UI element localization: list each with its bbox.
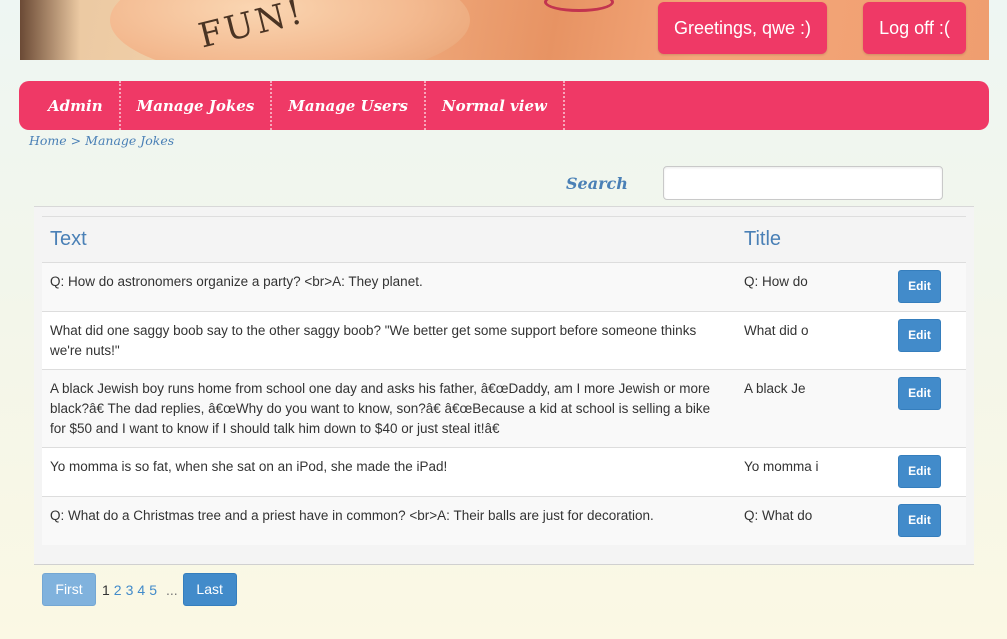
joke-action-cell: Edit xyxy=(890,262,966,312)
joke-text-cell: What did one saggy boob say to the other… xyxy=(42,311,736,370)
nav-item-manage-users[interactable]: Manage Users xyxy=(272,81,426,130)
jokes-panel: Text Title Q: How do astronomers organiz… xyxy=(34,206,974,565)
pagination: First 1 2 3 4 5 ... Last xyxy=(42,573,237,606)
table-row: Q: What do a Christmas tree and a priest… xyxy=(42,496,966,545)
nav-item-normal-view[interactable]: Normal view xyxy=(426,81,565,130)
banner-image-mark xyxy=(544,0,614,12)
table-row: Q: How do astronomers organize a party? … xyxy=(42,262,966,312)
page-number-link[interactable]: 5 xyxy=(149,582,157,598)
joke-text-cell: Yo momma is so fat, when she sat on an i… xyxy=(42,447,736,497)
column-header-actions xyxy=(890,216,966,263)
search-label: Search xyxy=(566,174,628,193)
breadcrumb-home-link[interactable]: Home xyxy=(29,133,67,148)
joke-title-cell: Q: What do xyxy=(736,496,890,545)
last-page-button[interactable]: Last xyxy=(182,573,237,606)
breadcrumb-separator: > xyxy=(70,133,82,148)
edit-button[interactable]: Edit xyxy=(898,377,941,410)
greeting-button[interactable]: Greetings, qwe :) xyxy=(658,2,827,54)
joke-text-cell: A black Jewish boy runs home from school… xyxy=(42,369,736,448)
joke-title-cell: Yo momma i xyxy=(736,447,890,497)
joke-title-cell: A black Je xyxy=(736,369,890,448)
logoff-button[interactable]: Log off :( xyxy=(863,2,966,54)
breadcrumb: Home > Manage Jokes xyxy=(29,133,174,148)
page-number-link[interactable]: 2 xyxy=(114,582,122,598)
main-nav: Admin Manage Jokes Manage Users Normal v… xyxy=(19,81,989,130)
page-number-current: 1 xyxy=(102,581,110,598)
joke-action-cell: Edit xyxy=(890,447,966,497)
edit-button[interactable]: Edit xyxy=(898,504,941,537)
joke-action-cell: Edit xyxy=(890,369,966,448)
joke-text-cell: Q: How do astronomers organize a party? … xyxy=(42,262,736,312)
header-banner: FUN! xyxy=(20,0,989,60)
table-header-row: Text Title xyxy=(42,216,966,263)
nav-item-manage-jokes[interactable]: Manage Jokes xyxy=(121,81,273,130)
edit-button[interactable]: Edit xyxy=(898,455,941,488)
table-row: Yo momma is so fat, when she sat on an i… xyxy=(42,447,966,497)
joke-title-cell: Q: How do xyxy=(736,262,890,312)
column-header-text[interactable]: Text xyxy=(42,216,736,263)
page-number-link[interactable]: 3 xyxy=(126,582,134,598)
jokes-table: Text Title Q: How do astronomers organiz… xyxy=(42,216,966,545)
joke-action-cell: Edit xyxy=(890,496,966,545)
page-number-link[interactable]: 4 xyxy=(137,582,145,598)
table-row: A black Jewish boy runs home from school… xyxy=(42,369,966,448)
edit-button[interactable]: Edit xyxy=(898,319,941,352)
pagination-ellipsis[interactable]: ... xyxy=(166,582,178,598)
first-page-button[interactable]: First xyxy=(42,573,96,606)
column-header-title[interactable]: Title xyxy=(736,216,890,263)
joke-title-cell: What did o xyxy=(736,311,890,370)
nav-item-admin[interactable]: Admin xyxy=(32,81,121,130)
joke-action-cell: Edit xyxy=(890,311,966,370)
banner-image-shadow xyxy=(20,0,80,60)
joke-text-cell: Q: What do a Christmas tree and a priest… xyxy=(42,496,736,545)
edit-button[interactable]: Edit xyxy=(898,270,941,303)
breadcrumb-current[interactable]: Manage Jokes xyxy=(85,133,174,148)
search-input[interactable] xyxy=(663,166,943,200)
table-row: What did one saggy boob say to the other… xyxy=(42,311,966,370)
